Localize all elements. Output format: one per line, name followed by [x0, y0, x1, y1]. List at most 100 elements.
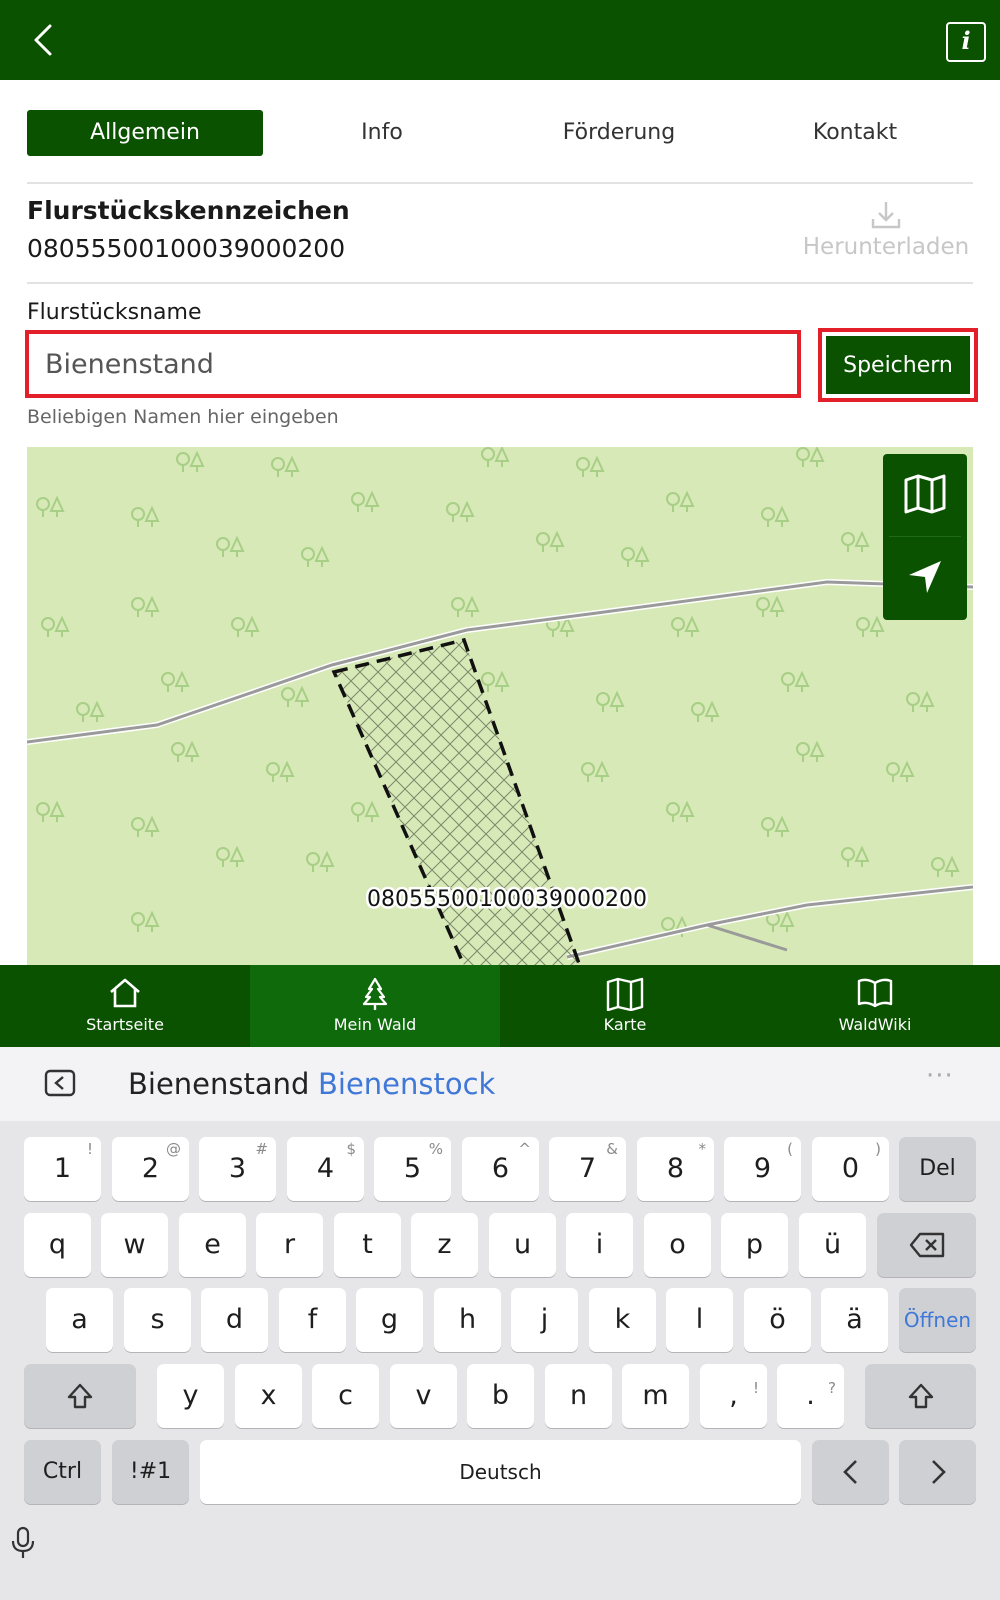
download-label: Herunterladen: [802, 234, 970, 260]
ctrl-key[interactable]: Ctrl: [24, 1440, 101, 1504]
nav-startseite[interactable]: Startseite: [0, 965, 250, 1047]
key-v[interactable]: v: [390, 1364, 457, 1428]
key-label: 6: [491, 1153, 510, 1184]
key-k[interactable]: k: [589, 1288, 656, 1352]
key-j[interactable]: j: [511, 1288, 578, 1352]
key-2[interactable]: 2 @: [112, 1137, 189, 1201]
locate-button[interactable]: [883, 537, 967, 619]
divider: [27, 282, 973, 284]
key-o[interactable]: o: [644, 1213, 711, 1277]
tab-kontakt[interactable]: Kontakt: [737, 110, 973, 156]
tab-bar: Allgemein Info Förderung Kontakt: [27, 110, 973, 156]
key-y[interactable]: y: [157, 1364, 224, 1428]
suggestion-bar: Bienenstand Bienenstock ···: [0, 1047, 1000, 1121]
key-b[interactable]: b: [467, 1364, 534, 1428]
key-i[interactable]: i: [566, 1213, 633, 1277]
symbols-key[interactable]: !#1: [112, 1440, 189, 1504]
suggestion-word[interactable]: Bienenstock: [318, 1067, 495, 1101]
key-n[interactable]: n: [545, 1364, 612, 1428]
key-7[interactable]: 7 &: [549, 1137, 626, 1201]
key-label: 3: [228, 1153, 247, 1184]
key-alt: %: [428, 1140, 443, 1158]
key-label: 1: [53, 1153, 72, 1184]
key-alt: ?: [828, 1379, 836, 1397]
backspace-key[interactable]: [877, 1213, 976, 1277]
book-icon: [857, 978, 893, 1008]
key-6[interactable]: 6 ^: [462, 1137, 539, 1201]
key-comma[interactable]: ,!: [700, 1364, 767, 1428]
parcel-name-hint: Beliebigen Namen hier eingeben: [27, 406, 339, 428]
download-button[interactable]: Herunterladen: [796, 200, 976, 264]
home-icon: [110, 978, 140, 1008]
key-alt: (: [787, 1140, 793, 1158]
key-p[interactable]: p: [721, 1213, 788, 1277]
key-3[interactable]: 3 #: [199, 1137, 276, 1201]
key-w[interactable]: w: [101, 1213, 168, 1277]
collapse-keyboard-button[interactable]: [44, 1069, 76, 1097]
nav-mein-wald[interactable]: Mein Wald: [250, 965, 500, 1047]
more-suggestions-button[interactable]: ···: [926, 1061, 954, 1091]
save-button[interactable]: Speichern: [826, 336, 970, 394]
key-ae[interactable]: ä: [821, 1288, 888, 1352]
parcel-id-value: 080555001000390002​00: [27, 234, 346, 263]
key-h[interactable]: h: [434, 1288, 501, 1352]
key-z[interactable]: z: [411, 1213, 478, 1277]
key-s[interactable]: s: [124, 1288, 191, 1352]
space-key[interactable]: Deutsch: [200, 1440, 801, 1504]
back-button[interactable]: [24, 18, 68, 62]
voice-input-button[interactable]: [8, 1525, 38, 1561]
nav-karte[interactable]: Karte: [500, 965, 750, 1047]
shift-key-right[interactable]: [865, 1364, 976, 1428]
key-t[interactable]: t: [334, 1213, 401, 1277]
nav-label: Mein Wald: [333, 1015, 417, 1034]
keyboard-back-icon: [44, 1069, 76, 1097]
map-canvas: 080555001000390002​00: [27, 447, 973, 965]
nav-label: Karte: [603, 1015, 647, 1034]
tab-allgemein[interactable]: Allgemein: [27, 110, 263, 156]
key-9[interactable]: 9(: [724, 1137, 801, 1201]
key-1[interactable]: 1!: [24, 1137, 101, 1201]
key-5[interactable]: 5%: [374, 1137, 451, 1201]
key-u[interactable]: u: [489, 1213, 556, 1277]
key-m[interactable]: m: [622, 1364, 689, 1428]
key-8[interactable]: 8 *: [637, 1137, 714, 1201]
key-ue[interactable]: ü: [799, 1213, 866, 1277]
key-4[interactable]: 4 $: [287, 1137, 364, 1201]
map-view[interactable]: 080555001000390002​00: [27, 447, 973, 965]
key-e[interactable]: e: [179, 1213, 246, 1277]
info-button[interactable]: i: [946, 22, 986, 62]
map-icon: [904, 474, 946, 514]
key-alt: @: [166, 1140, 181, 1158]
key-a[interactable]: a: [46, 1288, 113, 1352]
nav-label: WaldWiki: [838, 1015, 912, 1034]
key-x[interactable]: x: [235, 1364, 302, 1428]
key-r[interactable]: r: [256, 1213, 323, 1277]
map-layers-button[interactable]: [883, 454, 967, 536]
shift-key-left[interactable]: [24, 1364, 136, 1428]
key-c[interactable]: c: [312, 1364, 379, 1428]
tab-foerderung[interactable]: Förderung: [501, 110, 737, 156]
key-0[interactable]: 0): [812, 1137, 889, 1201]
map-icon: [606, 977, 644, 1011]
parcel-name-input[interactable]: [25, 330, 801, 398]
nav-waldwiki[interactable]: WaldWiki: [750, 965, 1000, 1047]
key-l[interactable]: l: [666, 1288, 733, 1352]
key-g[interactable]: g: [356, 1288, 423, 1352]
key-q[interactable]: q: [24, 1213, 91, 1277]
key-alt: $: [346, 1140, 356, 1158]
key-period[interactable]: .?: [777, 1364, 844, 1428]
back-chevron-icon: [34, 24, 52, 56]
key-label: 2: [141, 1153, 160, 1184]
key-f[interactable]: f: [279, 1288, 346, 1352]
cursor-left-key[interactable]: [812, 1440, 889, 1504]
suggestion-typed[interactable]: Bienenstand: [128, 1067, 309, 1101]
tree-icon: [362, 977, 388, 1010]
info-icon: i: [961, 26, 971, 55]
delete-key[interactable]: Del: [899, 1137, 976, 1201]
key-d[interactable]: d: [201, 1288, 268, 1352]
key-oe[interactable]: ö: [744, 1288, 811, 1352]
cursor-right-key[interactable]: [899, 1440, 976, 1504]
tab-info[interactable]: Info: [264, 110, 500, 156]
chevron-left-icon: [842, 1460, 857, 1484]
open-key[interactable]: Öffnen: [899, 1288, 976, 1352]
